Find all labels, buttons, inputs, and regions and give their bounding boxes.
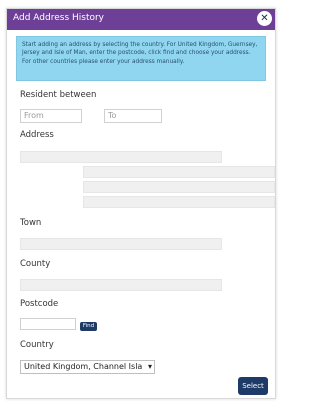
country-label: Country: [20, 340, 54, 350]
chevron-down-icon: ▾: [147, 362, 152, 371]
add-address-history-dialog: Add Address History ✕ Start adding an ad…: [6, 8, 276, 399]
select-button[interactable]: Select: [238, 377, 268, 395]
town-input[interactable]: [20, 238, 222, 250]
country-select[interactable]: United Kingdom, Channel Isla ▾: [20, 360, 155, 374]
dialog-title: Add Address History: [13, 13, 105, 23]
address-line-3[interactable]: [83, 181, 275, 193]
postcode-label: Postcode: [20, 299, 59, 309]
dialog-titlebar: Add Address History ✕: [7, 9, 275, 30]
town-label: Town: [20, 218, 42, 228]
address-line-1[interactable]: [20, 151, 222, 163]
county-input[interactable]: [20, 279, 222, 291]
info-message: Start adding an address by selecting the…: [16, 36, 266, 81]
address-line-2[interactable]: [83, 166, 275, 178]
find-button[interactable]: Find: [80, 322, 97, 331]
to-input[interactable]: To: [104, 109, 162, 123]
county-label: County: [20, 259, 51, 269]
address-label: Address: [20, 130, 54, 140]
close-icon[interactable]: ✕: [257, 11, 272, 26]
postcode-input[interactable]: [20, 318, 76, 330]
from-input[interactable]: From: [20, 109, 82, 123]
resident-between-label: Resident between: [20, 90, 97, 100]
address-line-4[interactable]: [83, 196, 275, 208]
country-select-value: United Kingdom, Channel Isla: [24, 362, 143, 371]
